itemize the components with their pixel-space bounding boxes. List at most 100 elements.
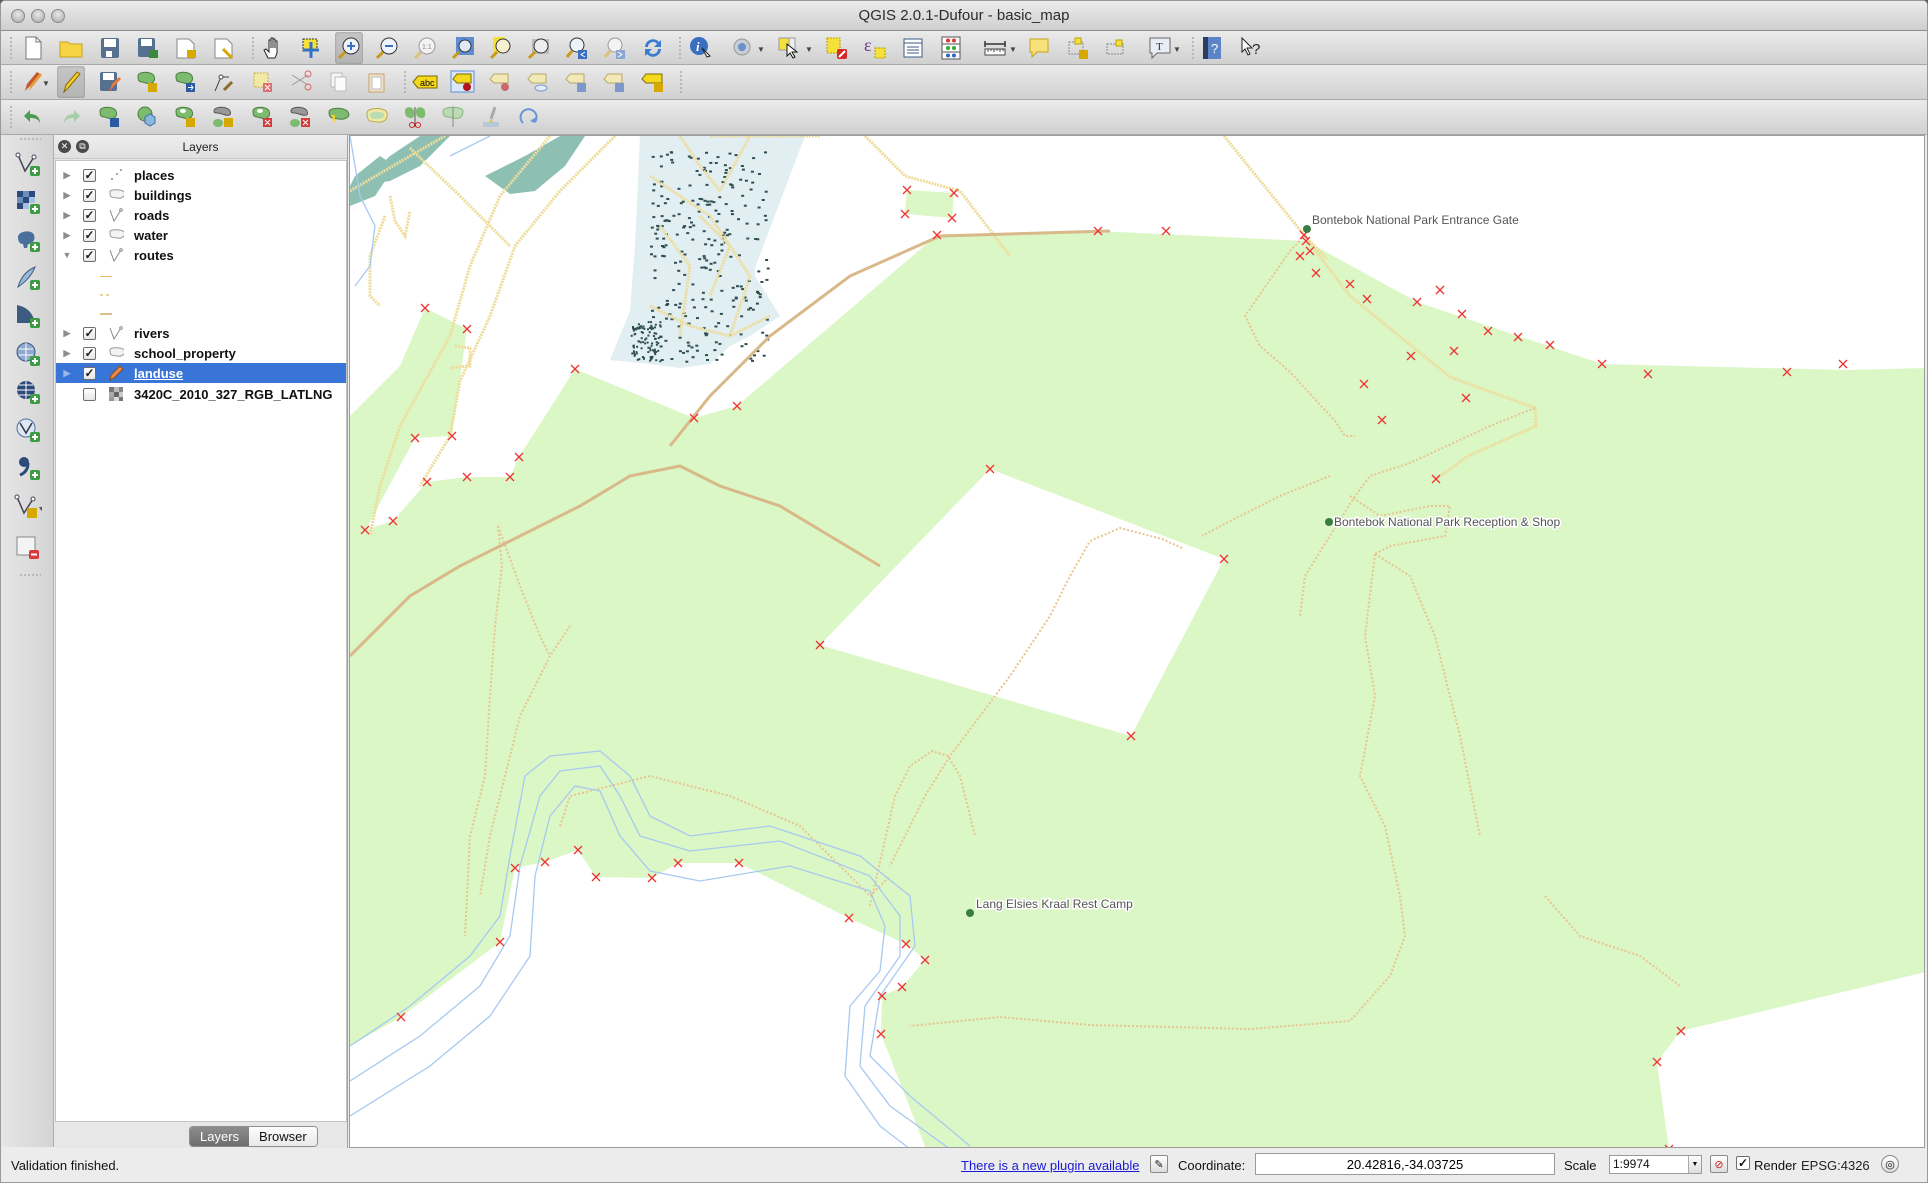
landuse-polygon-small-north[interactable]	[905, 190, 954, 218]
add-postgis-layer-icon[interactable]	[14, 226, 42, 254]
school-property[interactable]	[485, 136, 585, 194]
layer-tree[interactable]: ▶ ✓ places ▶ ✓ buildings ▶ ✓ roads ▶ ✓ w…	[55, 160, 347, 1122]
layer-row-school-property[interactable]: ▶ ✓ school_property	[56, 343, 346, 363]
render-checkbox[interactable]: ✓	[1736, 1156, 1750, 1170]
zoom-last-icon[interactable]	[563, 34, 591, 62]
merge-selected-features-icon[interactable]	[477, 103, 505, 131]
expand-arrow-icon[interactable]: ▶	[62, 368, 72, 379]
copy-features-icon[interactable]	[325, 68, 353, 96]
select-by-expression-icon[interactable]: ε	[861, 34, 889, 62]
layer-visibility-checkbox[interactable]: ✓	[83, 188, 96, 202]
layer-row-roads[interactable]: ▶ ✓ roads	[56, 205, 346, 225]
split-features-icon[interactable]	[401, 103, 429, 131]
split-parts-icon[interactable]	[439, 103, 467, 131]
layer-row-routes[interactable]: ▼ ✓ routes	[56, 245, 346, 265]
rotate-point-symbols-icon[interactable]	[515, 103, 543, 131]
add-part-icon[interactable]	[210, 103, 238, 131]
rotate-label-icon[interactable]	[601, 68, 629, 96]
toolbar-grip[interactable]	[1191, 36, 1195, 60]
new-bookmark-icon[interactable]	[1064, 34, 1092, 62]
zoom-in-icon[interactable]	[335, 32, 363, 64]
field-calculator-icon[interactable]	[937, 34, 965, 62]
tab-layers[interactable]: Layers	[190, 1127, 250, 1146]
layer-row-buildings[interactable]: ▶ ✓ buildings	[56, 185, 346, 205]
zoom-to-layer-icon[interactable]	[525, 34, 553, 62]
map-tips-icon[interactable]	[1025, 34, 1053, 62]
layer-visibility-checkbox[interactable]: ✓	[83, 366, 96, 380]
redo-icon[interactable]	[57, 103, 85, 131]
zoom-out-icon[interactable]	[373, 34, 401, 62]
toolbar-grip[interactable]	[403, 70, 407, 94]
expand-arrow-icon[interactable]: ▶	[62, 170, 72, 181]
refresh-icon[interactable]	[639, 34, 667, 62]
run-feature-action-icon[interactable]	[729, 34, 757, 62]
paste-features-icon[interactable]	[363, 68, 391, 96]
identify-features-icon[interactable]: i	[686, 34, 714, 62]
delete-ring-icon[interactable]	[249, 103, 277, 131]
dropdown-arrow-icon[interactable]: ▼	[42, 79, 50, 88]
save-layer-edits-icon[interactable]	[96, 68, 124, 96]
dropdown-arrow-icon[interactable]: ▼	[1009, 45, 1017, 54]
layer-visibility-checkbox[interactable]: ✓	[83, 326, 96, 340]
layer-visibility-checkbox[interactable]: ✓	[83, 248, 96, 262]
composer-manager-icon[interactable]	[210, 34, 238, 62]
crs-status[interactable]: EPSG:4326	[1801, 1158, 1870, 1173]
show-bookmarks-icon[interactable]	[1102, 34, 1130, 62]
whats-this-icon[interactable]: ?	[1237, 34, 1265, 62]
new-print-composer-icon[interactable]	[172, 34, 200, 62]
select-features-icon[interactable]	[775, 34, 803, 62]
simplify-feature-icon[interactable]	[134, 103, 162, 131]
expand-arrow-icon[interactable]: ▶	[62, 230, 72, 241]
measure-line-icon[interactable]	[981, 34, 1009, 62]
layer-visibility-checkbox[interactable]: ✓	[83, 168, 96, 182]
add-raster-layer-icon[interactable]	[14, 188, 42, 216]
layer-row-places[interactable]: ▶ ✓ places	[56, 165, 346, 185]
dropdown-arrow-icon[interactable]: ▼	[757, 45, 765, 54]
layer-row-rivers[interactable]: ▶ ✓ rivers	[56, 323, 346, 343]
add-wms-layer-icon[interactable]	[14, 340, 42, 368]
deselect-all-icon[interactable]	[823, 34, 851, 62]
add-wfs-layer-icon[interactable]	[14, 416, 42, 444]
pin-labels-icon[interactable]	[449, 68, 477, 96]
reshape-features-icon[interactable]	[325, 103, 353, 131]
new-project-icon[interactable]	[19, 34, 47, 62]
pan-to-selection-icon[interactable]	[297, 34, 325, 62]
expand-arrow-icon[interactable]: ▶	[62, 190, 72, 201]
layer-visibility-checkbox[interactable]: ✓	[83, 208, 96, 222]
tab-browser[interactable]: Browser	[249, 1127, 317, 1146]
change-label-icon[interactable]	[639, 68, 667, 96]
projection-globe-icon[interactable]: ◎	[1881, 1155, 1899, 1173]
toolbar-grip[interactable]	[9, 36, 13, 60]
collapse-arrow-icon[interactable]: ▼	[62, 250, 72, 260]
place-marker-entrance-gate[interactable]	[1303, 225, 1311, 233]
rotate-feature-icon[interactable]	[96, 103, 124, 131]
dropdown-arrow-icon[interactable]: ▼	[805, 45, 813, 54]
expand-arrow-icon[interactable]: ▶	[62, 328, 72, 339]
delete-part-icon[interactable]	[287, 103, 315, 131]
save-project-as-icon[interactable]	[134, 34, 162, 62]
toolbar-grip[interactable]	[19, 573, 41, 577]
add-vector-layer-icon[interactable]	[14, 150, 42, 178]
new-plugin-link[interactable]: There is a new plugin available	[961, 1158, 1140, 1173]
close-window-button[interactable]	[11, 9, 25, 23]
scale-combobox[interactable]: 1:9974 ▼	[1609, 1155, 1702, 1174]
stop-rendering-icon[interactable]: ⊘	[1710, 1155, 1728, 1173]
toolbar-grip[interactable]	[19, 137, 41, 141]
dropdown-arrow-icon[interactable]: ▼	[1173, 45, 1181, 54]
zoom-next-icon[interactable]	[601, 34, 629, 62]
zoom-window-button[interactable]	[51, 9, 65, 23]
delete-selected-icon[interactable]	[249, 68, 277, 96]
zoom-full-icon[interactable]	[449, 34, 477, 62]
add-spatialite-layer-icon[interactable]	[14, 264, 42, 292]
move-label-icon[interactable]	[563, 68, 591, 96]
layer-row-raster[interactable]: ✓ 3420C_2010_327_RGB_LATLNG	[56, 384, 346, 404]
map-svg[interactable]: Bontebok National Park Entrance Gate Bon…	[350, 136, 1925, 1148]
layer-visibility-checkbox[interactable]: ✓	[83, 387, 96, 401]
zoom-actual-size-icon[interactable]: 1:1	[411, 34, 439, 62]
remove-layer-icon[interactable]	[14, 534, 42, 562]
help-contents-icon[interactable]: ?	[1198, 34, 1226, 62]
layer-labeling-options-icon[interactable]: abc	[411, 68, 439, 96]
open-project-icon[interactable]	[57, 34, 85, 62]
toolbar-grip[interactable]	[251, 36, 255, 60]
add-feature-icon[interactable]	[134, 68, 162, 96]
